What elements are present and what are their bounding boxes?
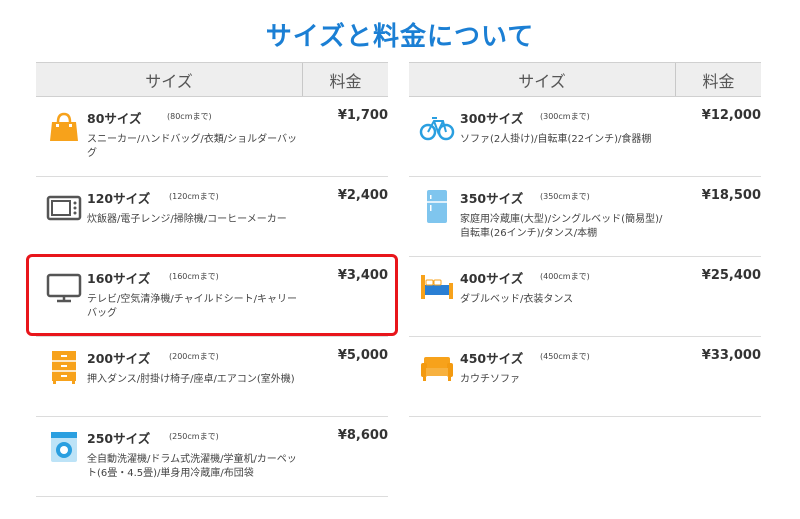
item-examples: 炊飯器/電子レンジ/掃除機/コーヒーメーカー <box>87 214 287 225</box>
size-limit: (300cmまで) <box>540 112 590 121</box>
microwave-icon <box>46 195 82 221</box>
size-limit: (350cmまで) <box>540 192 590 201</box>
price-column-header: 料金 <box>329 71 362 91</box>
price-table-right: サイズ 料金 300サイズ (300cmまで) ソファ(2人掛け)/自転車(22… <box>409 62 761 417</box>
size-name: 250サイズ <box>87 431 151 446</box>
size-limit: (200cmまで) <box>169 352 219 361</box>
size-limit: (400cmまで) <box>540 272 590 281</box>
price: ¥8,600 <box>337 428 388 443</box>
price: ¥5,000 <box>337 348 388 363</box>
price: ¥1,700 <box>337 108 388 123</box>
table-row: 350サイズ (350cmまで) 家庭用冷蔵庫(大型)/シングルベッド(簡易型)… <box>409 177 761 257</box>
price: ¥12,000 <box>701 108 761 123</box>
size-column-header: サイズ <box>409 63 676 96</box>
item-examples: 押入ダンス/肘掛け椅子/座卓/エアコン(室外機) <box>87 374 295 385</box>
table-row: 300サイズ (300cmまで) ソファ(2人掛け)/自転車(22インチ)/食器… <box>409 97 761 177</box>
item-examples: 全自動洗濯機/ドラム式洗濯機/学童机/カーペット(6畳・4.5畳)/単身用冷蔵庫… <box>87 454 297 479</box>
size-limit: (450cmまで) <box>540 352 590 361</box>
size-column-header: サイズ <box>36 63 303 96</box>
page-title: サイズと料金について <box>265 22 535 52</box>
size-name: 400サイズ <box>460 271 524 286</box>
size-name: 350サイズ <box>460 191 524 206</box>
price: ¥33,000 <box>701 348 761 363</box>
table-row: 400サイズ (400cmまで) ダブルベッド/衣装タンス ¥25,400 <box>409 257 761 337</box>
item-examples: スニーカー/ハンドバッグ/衣類/ショルダーバッグ <box>87 134 298 159</box>
price: ¥25,400 <box>701 268 761 283</box>
washing-machine-icon <box>51 432 77 462</box>
table-header: サイズ 料金 <box>409 62 761 97</box>
size-limit: (80cmまで) <box>167 112 212 121</box>
item-examples: ダブルベッド/衣装タンス <box>460 294 574 305</box>
bicycle-icon <box>419 117 455 141</box>
table-row: 200サイズ (200cmまで) 押入ダンス/肘掛け椅子/座卓/エアコン(室外機… <box>36 337 388 417</box>
size-name: 120サイズ <box>87 191 151 206</box>
size-name: 300サイズ <box>460 111 524 126</box>
item-examples: カウチソファ <box>460 374 520 385</box>
size-name: 450サイズ <box>460 351 524 366</box>
size-limit: (250cmまで) <box>169 432 219 441</box>
refrigerator-icon <box>427 190 447 223</box>
bed-icon <box>421 275 453 299</box>
table-row: 80サイズ (80cmまで) スニーカー/ハンドバッグ/衣類/ショルダーバッグ … <box>36 97 388 177</box>
drawer-chest-icon <box>52 351 76 384</box>
table-header: サイズ 料金 <box>36 62 388 97</box>
price: ¥2,400 <box>337 188 388 203</box>
table-row: 450サイズ (450cmまで) カウチソファ ¥33,000 <box>409 337 761 417</box>
item-examples: 家庭用冷蔵庫(大型)/シングルベッド(簡易型)/自転車(26インチ)/タンス/本… <box>460 214 663 239</box>
size-limit: (120cmまで) <box>169 192 219 201</box>
size-name: 80サイズ <box>87 111 142 126</box>
sofa-icon <box>421 357 453 381</box>
table-row: 120サイズ (120cmまで) 炊飯器/電子レンジ/掃除機/コーヒーメーカー … <box>36 177 388 257</box>
price: ¥18,500 <box>701 188 761 203</box>
size-name: 200サイズ <box>87 351 151 366</box>
handbag-icon <box>50 112 78 141</box>
price-column-header: 料金 <box>702 71 735 91</box>
table-row: 250サイズ (250cmまで) 全自動洗濯機/ドラム式洗濯機/学童机/カーペッ… <box>36 417 388 497</box>
item-examples: ソファ(2人掛け)/自転車(22インチ)/食器棚 <box>460 134 652 145</box>
highlight-box <box>26 254 398 336</box>
